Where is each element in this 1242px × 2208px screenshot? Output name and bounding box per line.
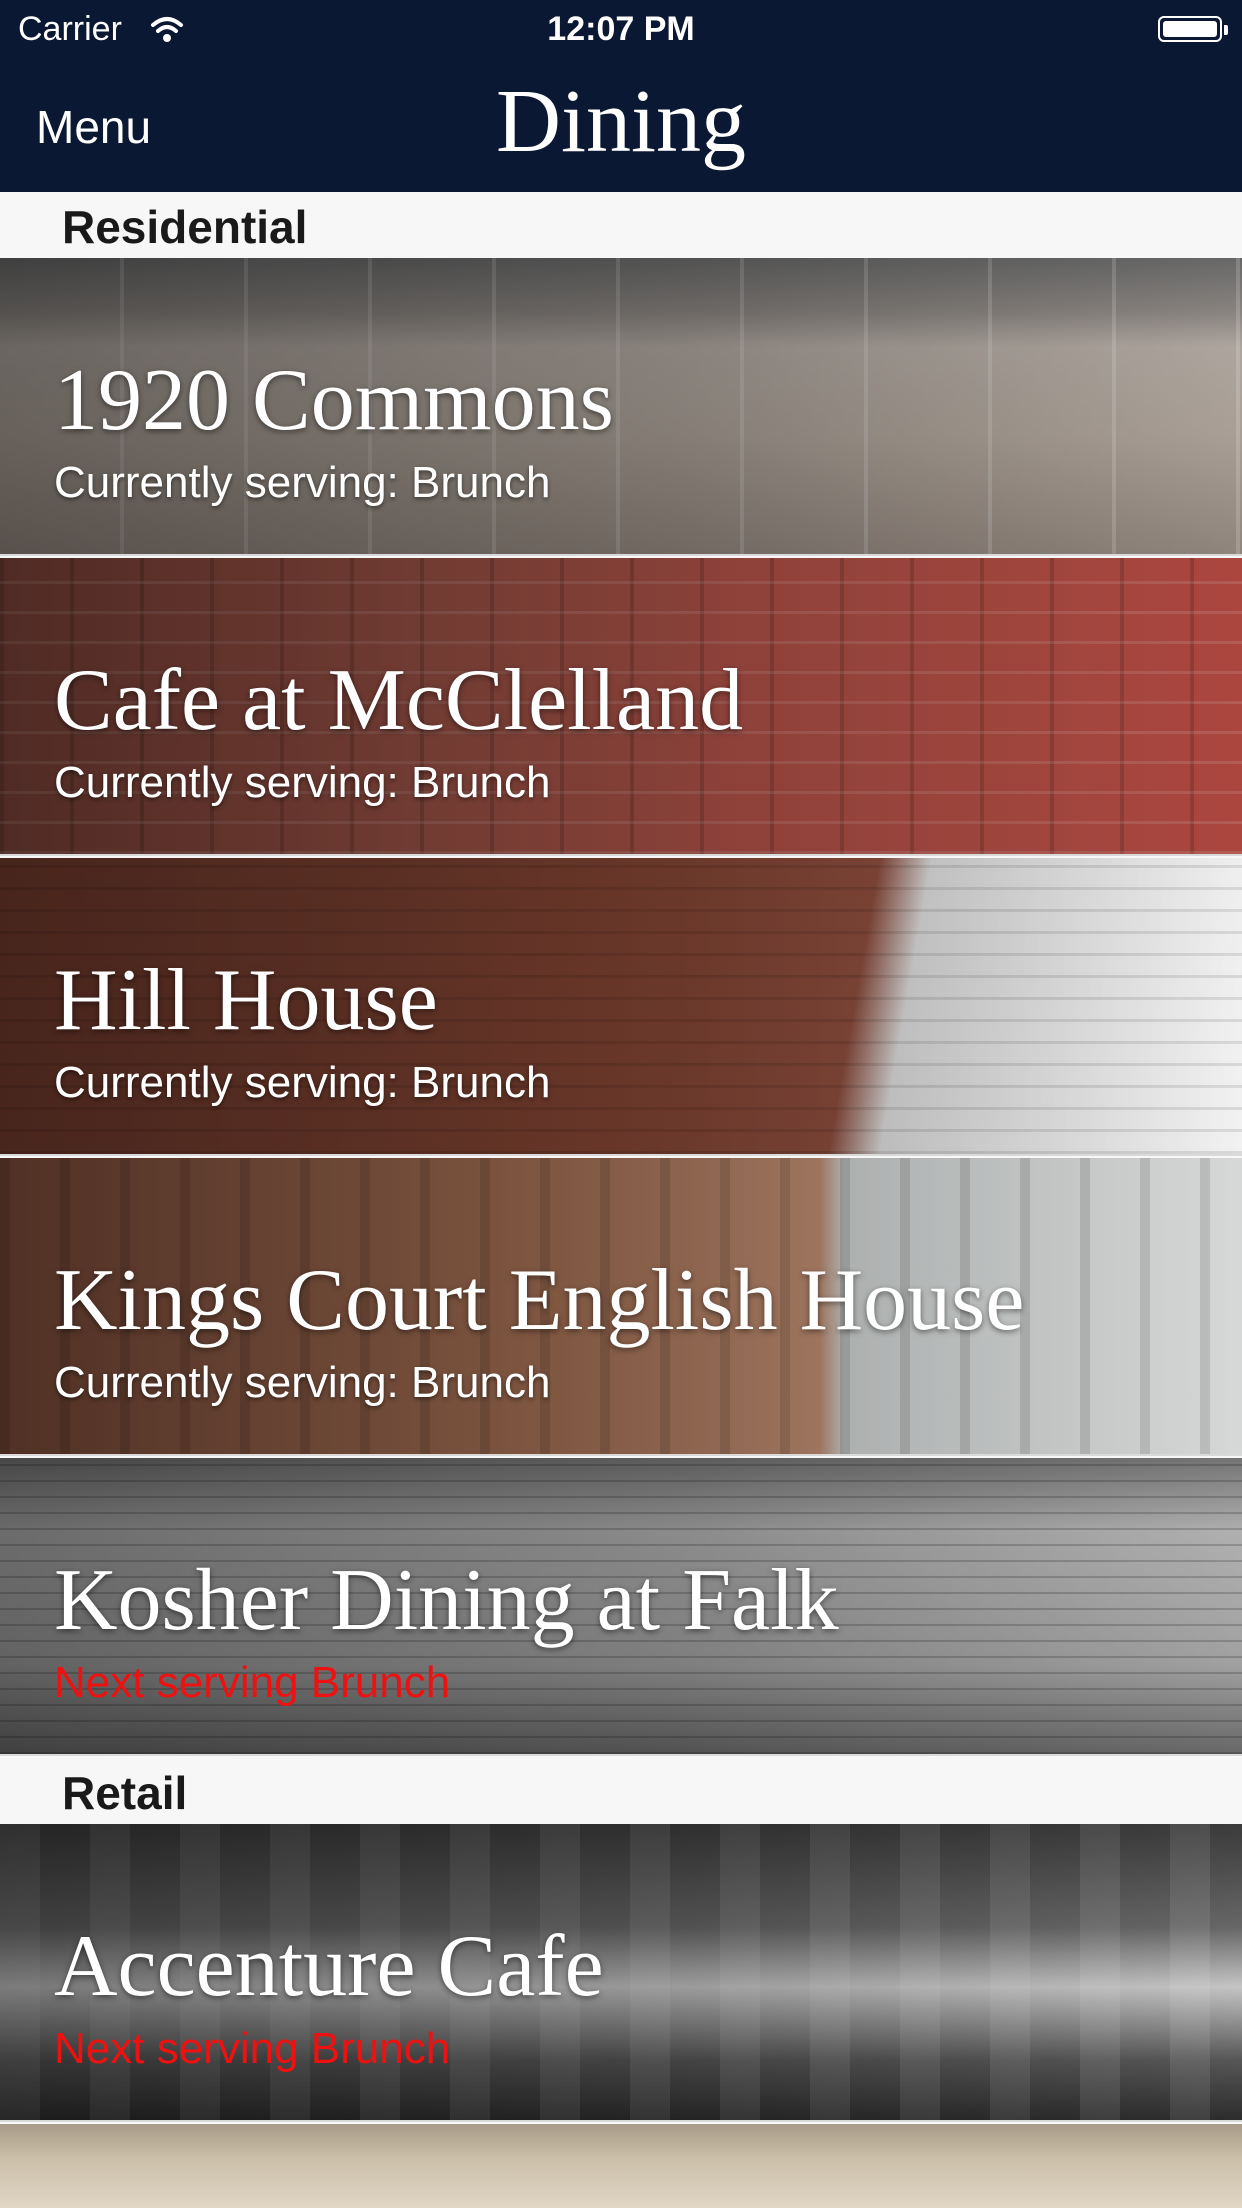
dining-row-hill-house[interactable]: Hill House Currently serving: Brunch [0, 858, 1242, 1156]
serving-status: Currently serving: Brunch [54, 1058, 551, 1107]
serving-status: Next serving Brunch [54, 1658, 451, 1707]
section-header-residential: Residential [0, 192, 1242, 258]
dining-hall-name: Kings Court English House [54, 1252, 1025, 1349]
clock: 12:07 PM [547, 10, 695, 48]
serving-status: Currently serving: Brunch [54, 458, 551, 507]
status-bar: Carrier 12:07 PM [0, 0, 1242, 60]
page-title: Dining [495, 72, 746, 171]
dining-hall-name: Hill House [54, 952, 438, 1049]
dining-hall-name: Accenture Cafe [54, 1918, 604, 2015]
serving-status: Currently serving: Brunch [54, 758, 551, 807]
dining-row-partial[interactable] [0, 2124, 1242, 2208]
section-header-retail: Retail [0, 1758, 1242, 1824]
section-header-label: Residential [62, 201, 308, 253]
dining-row-accenture-cafe[interactable]: Accenture Cafe Next serving Brunch [0, 1824, 1242, 2122]
dining-hall-name: Kosher Dining at Falk [54, 1552, 839, 1649]
navigation-bar: Menu Dining [0, 60, 1242, 192]
dining-row-kosher-dining-at-falk[interactable]: Kosher Dining at Falk Next serving Brunc… [0, 1458, 1242, 1756]
serving-status: Next serving Brunch [54, 2024, 451, 2073]
row-background-image [0, 2124, 1242, 2208]
dining-row-cafe-at-mcclelland[interactable]: Cafe at McClelland Currently serving: Br… [0, 558, 1242, 856]
serving-status: Currently serving: Brunch [54, 1358, 551, 1407]
section-header-label: Retail [62, 1767, 188, 1819]
battery-icon [1158, 16, 1228, 42]
dining-hall-name: Cafe at McClelland [54, 652, 744, 749]
dining-row-1920-commons[interactable]: 1920 Commons Currently serving: Brunch [0, 258, 1242, 556]
dining-row-kings-court-english-house[interactable]: Kings Court English House Currently serv… [0, 1158, 1242, 1456]
dining-hall-name: 1920 Commons [54, 352, 614, 449]
